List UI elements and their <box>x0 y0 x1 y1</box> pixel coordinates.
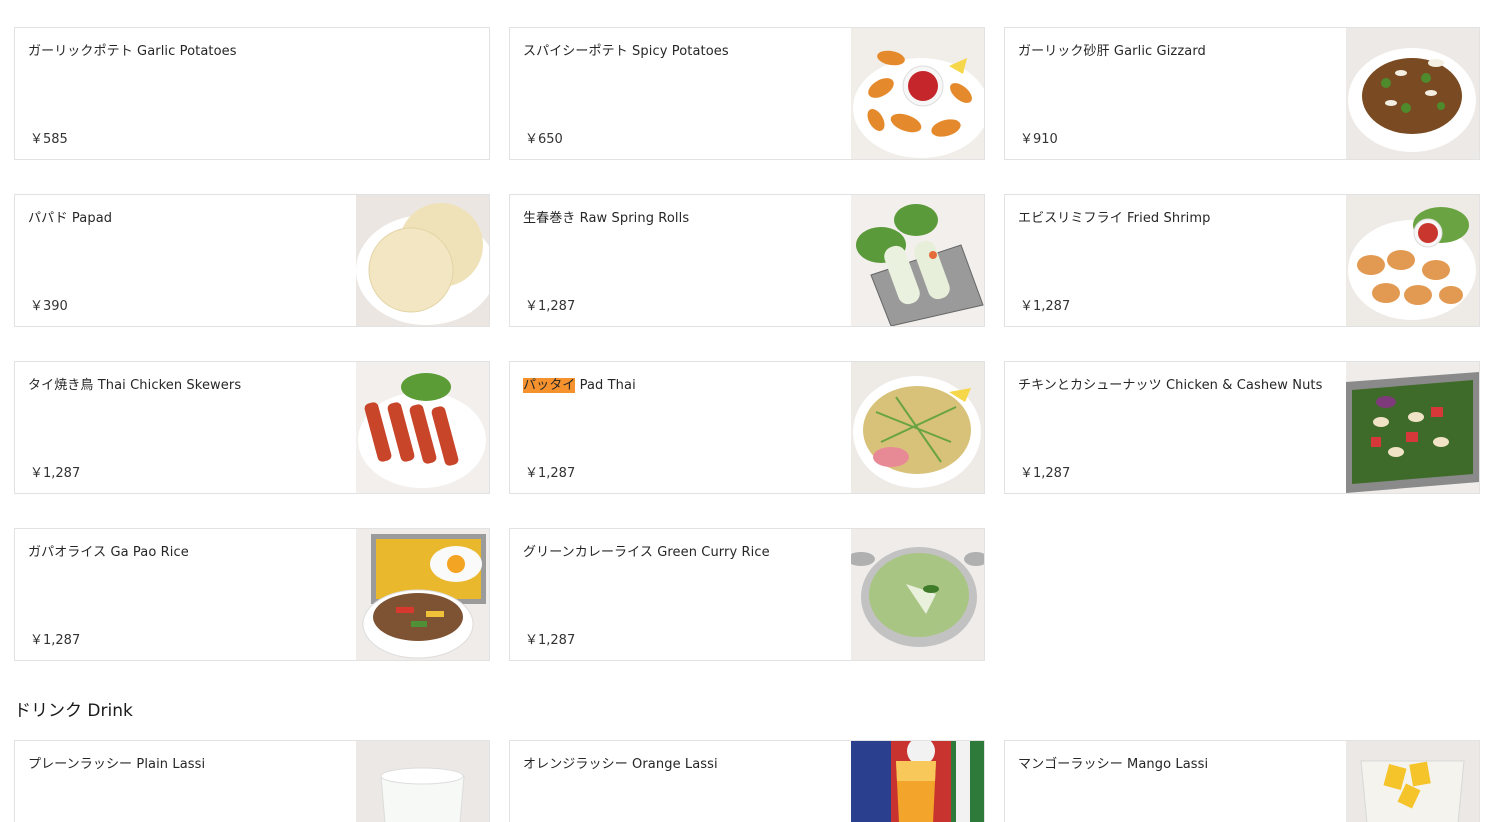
menu-item-garlic-gizzard[interactable]: ガーリック砂肝 Garlic Gizzard ￥910 <box>1004 27 1480 160</box>
pad-thai-photo <box>851 362 984 493</box>
menu-item-name: ガーリックポテト Garlic Potatoes <box>28 44 237 59</box>
food-menu-grid: ガーリックポテト Garlic Potatoes ￥585 スパイシーポテト S… <box>14 27 1481 661</box>
spring-rolls-photo <box>851 195 984 326</box>
menu-item-plain-lassi[interactable]: プレーンラッシー Plain Lassi <box>14 740 490 822</box>
menu-item-thai-chicken-skewers[interactable]: タイ焼き鳥 Thai Chicken Skewers ￥1,287 <box>14 361 490 494</box>
menu-item-spicy-potatoes[interactable]: スパイシーポテト Spicy Potatoes ￥650 <box>509 27 985 160</box>
menu-item-price: ￥390 <box>30 299 68 314</box>
menu-item-name: パッタイ Pad Thai <box>523 377 838 395</box>
menu-item-price: ￥1,287 <box>30 466 81 481</box>
mango-lassi-photo <box>1346 741 1479 822</box>
menu-item-name: オレンジラッシー Orange Lassi <box>523 757 718 772</box>
spicy-potatoes-photo <box>851 28 984 159</box>
menu-item-text: プレーンラッシー Plain Lassi <box>15 741 356 822</box>
menu-item-price: ￥585 <box>30 132 68 147</box>
menu-item-orange-lassi[interactable]: オレンジラッシー Orange Lassi <box>509 740 985 822</box>
chicken-skewers-photo <box>356 362 489 493</box>
menu-item-name: タイ焼き鳥 Thai Chicken Skewers <box>28 378 242 393</box>
menu-item-text: 生春巻き Raw Spring Rolls ￥1,287 <box>510 195 851 326</box>
menu-item-text: ガパオライス Ga Pao Rice ￥1,287 <box>15 529 356 660</box>
menu-item-price: ￥1,287 <box>1020 466 1071 481</box>
menu-item-name: プレーンラッシー Plain Lassi <box>28 757 206 772</box>
menu-item-name-rest: Pad Thai <box>575 378 636 393</box>
menu-item-name: マンゴーラッシー Mango Lassi <box>1018 757 1209 772</box>
menu-item-text: ガーリック砂肝 Garlic Gizzard ￥910 <box>1005 28 1346 159</box>
menu-item-text: エビスリミフライ Fried Shrimp ￥1,287 <box>1005 195 1346 326</box>
section-title-drink: ドリンク Drink <box>14 701 133 721</box>
green-curry-photo <box>851 529 984 660</box>
menu-item-name: 生春巻き Raw Spring Rolls <box>523 211 690 226</box>
menu-item-text: パッタイ Pad Thai ￥1,287 <box>510 362 851 493</box>
menu-item-text: タイ焼き鳥 Thai Chicken Skewers ￥1,287 <box>15 362 356 493</box>
menu-item-text: パパド Papad ￥390 <box>15 195 356 326</box>
plain-lassi-photo <box>356 741 489 822</box>
menu-item-papad[interactable]: パパド Papad ￥390 <box>14 194 490 327</box>
menu-item-name: ガパオライス Ga Pao Rice <box>28 545 189 560</box>
menu-item-text: グリーンカレーライス Green Curry Rice ￥1,287 <box>510 529 851 660</box>
menu-item-name: スパイシーポテト Spicy Potatoes <box>523 44 729 59</box>
menu-item-name: パパド Papad <box>28 211 113 226</box>
menu-item-garlic-potatoes[interactable]: ガーリックポテト Garlic Potatoes ￥585 <box>14 27 490 160</box>
menu-item-price: ￥1,287 <box>1020 299 1071 314</box>
menu-page: ガーリックポテト Garlic Potatoes ￥585 スパイシーポテト S… <box>0 0 1506 822</box>
menu-item-chicken-cashew-nuts[interactable]: チキンとカシューナッツ Chicken & Cashew Nuts ￥1,287 <box>1004 361 1480 494</box>
menu-item-text: オレンジラッシー Orange Lassi <box>510 741 851 822</box>
menu-item-text: スパイシーポテト Spicy Potatoes ￥650 <box>510 28 851 159</box>
menu-item-name: エビスリミフライ Fried Shrimp <box>1018 211 1211 226</box>
menu-item-gapao-rice[interactable]: ガパオライス Ga Pao Rice ￥1,287 <box>14 528 490 661</box>
menu-item-name: ガーリック砂肝 Garlic Gizzard <box>1018 44 1206 59</box>
menu-item-raw-spring-rolls[interactable]: 生春巻き Raw Spring Rolls ￥1,287 <box>509 194 985 327</box>
fried-shrimp-photo <box>1346 195 1479 326</box>
menu-item-price: ￥650 <box>525 132 563 147</box>
menu-item-pad-thai[interactable]: パッタイ Pad Thai ￥1,287 <box>509 361 985 494</box>
menu-item-price: ￥1,287 <box>525 466 576 481</box>
menu-item-price: ￥1,287 <box>30 633 81 648</box>
menu-item-text: マンゴーラッシー Mango Lassi <box>1005 741 1346 822</box>
chicken-cashew-photo <box>1346 362 1479 493</box>
search-highlight: パッタイ <box>523 378 576 393</box>
menu-item-mango-lassi[interactable]: マンゴーラッシー Mango Lassi <box>1004 740 1480 822</box>
orange-lassi-photo <box>851 741 984 822</box>
papad-photo <box>356 195 489 326</box>
menu-item-name: チキンとカシューナッツ Chicken & Cashew Nuts <box>1018 378 1323 393</box>
menu-item-fried-shrimp[interactable]: エビスリミフライ Fried Shrimp ￥1,287 <box>1004 194 1480 327</box>
menu-item-text: ガーリックポテト Garlic Potatoes ￥585 <box>15 28 489 159</box>
drink-menu-grid: プレーンラッシー Plain Lassi オレンジラッシー Orange Las… <box>14 740 1481 822</box>
gapao-rice-photo <box>356 529 489 660</box>
menu-item-text: チキンとカシューナッツ Chicken & Cashew Nuts ￥1,287 <box>1005 362 1346 493</box>
menu-item-price: ￥1,287 <box>525 633 576 648</box>
menu-item-price: ￥910 <box>1020 132 1058 147</box>
menu-item-name: グリーンカレーライス Green Curry Rice <box>523 545 770 560</box>
menu-item-price: ￥1,287 <box>525 299 576 314</box>
menu-item-green-curry-rice[interactable]: グリーンカレーライス Green Curry Rice ￥1,287 <box>509 528 985 661</box>
garlic-gizzard-photo <box>1346 28 1479 159</box>
